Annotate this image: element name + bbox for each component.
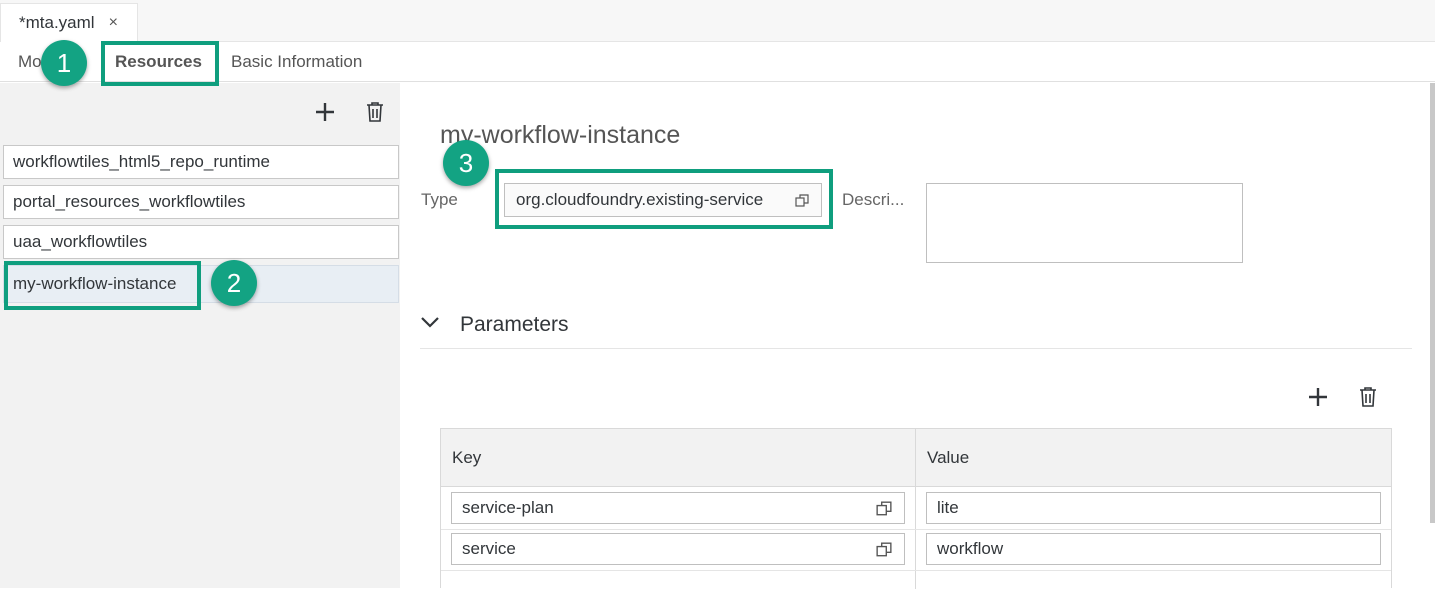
list-item[interactable]: uaa_workflowtiles [3,225,399,259]
column-divider [915,429,916,589]
column-header-key: Key [452,448,482,467]
highlight-type-field [495,169,833,229]
description-label: Descri... [842,190,905,209]
row-divider [441,529,1391,530]
key-value: service-plan [462,498,554,517]
value-text: lite [937,498,959,517]
type-label: Type [421,190,458,209]
tab-basic-information[interactable]: Basic Information [231,42,362,82]
parameters-table: Key Value service-plan lite service work… [440,428,1392,589]
key-input[interactable]: service-plan [451,492,905,524]
tab-modules[interactable]: Mo [18,42,42,82]
editor-tab-mta-yaml[interactable]: *mta.yaml × [0,3,138,42]
chevron-down-icon[interactable] [420,315,440,334]
parameters-title: Parameters [460,312,569,336]
value-text: workflow [937,539,1004,558]
description-field[interactable] [926,183,1243,263]
plus-icon[interactable] [1306,385,1330,409]
resource-detail-pane: my-workflow-instance Type org.cloudfound… [400,83,1435,589]
list-item-label: portal_resources_workflowtiles [13,192,246,211]
trash-icon[interactable] [364,100,386,124]
scrollbar[interactable] [1430,83,1435,523]
parameters-header[interactable]: Parameters [420,301,1412,349]
step-badge-2: 2 [211,260,257,306]
list-item-label: uaa_workflowtiles [13,232,148,251]
value-input[interactable]: lite [926,492,1381,524]
highlight-resources-tab [101,41,219,86]
value-help-icon[interactable] [876,501,892,522]
trash-icon[interactable] [1357,385,1379,409]
row-divider [441,570,1391,571]
table-header: Key Value [441,429,1391,487]
step-badge-1: 1 [41,40,87,86]
list-item[interactable]: workflowtiles_html5_repo_runtime [3,145,399,179]
highlight-selected-resource [4,261,201,310]
step-badge-3: 3 [443,140,489,186]
editor-tab-label: *mta.yaml [19,13,95,32]
column-header-value: Value [927,448,970,467]
key-value: service [462,539,516,558]
value-input[interactable]: workflow [926,533,1381,565]
key-input[interactable]: service [451,533,905,565]
list-item[interactable]: portal_resources_workflowtiles [3,185,399,219]
value-help-icon[interactable] [876,542,892,563]
close-icon[interactable]: × [109,14,118,32]
list-item-label: workflowtiles_html5_repo_runtime [13,152,271,171]
resource-list-pane: workflowtiles_html5_repo_runtime portal_… [0,83,400,588]
editor-tab-bar: *mta.yaml × [0,0,1435,42]
plus-icon[interactable] [313,100,337,124]
